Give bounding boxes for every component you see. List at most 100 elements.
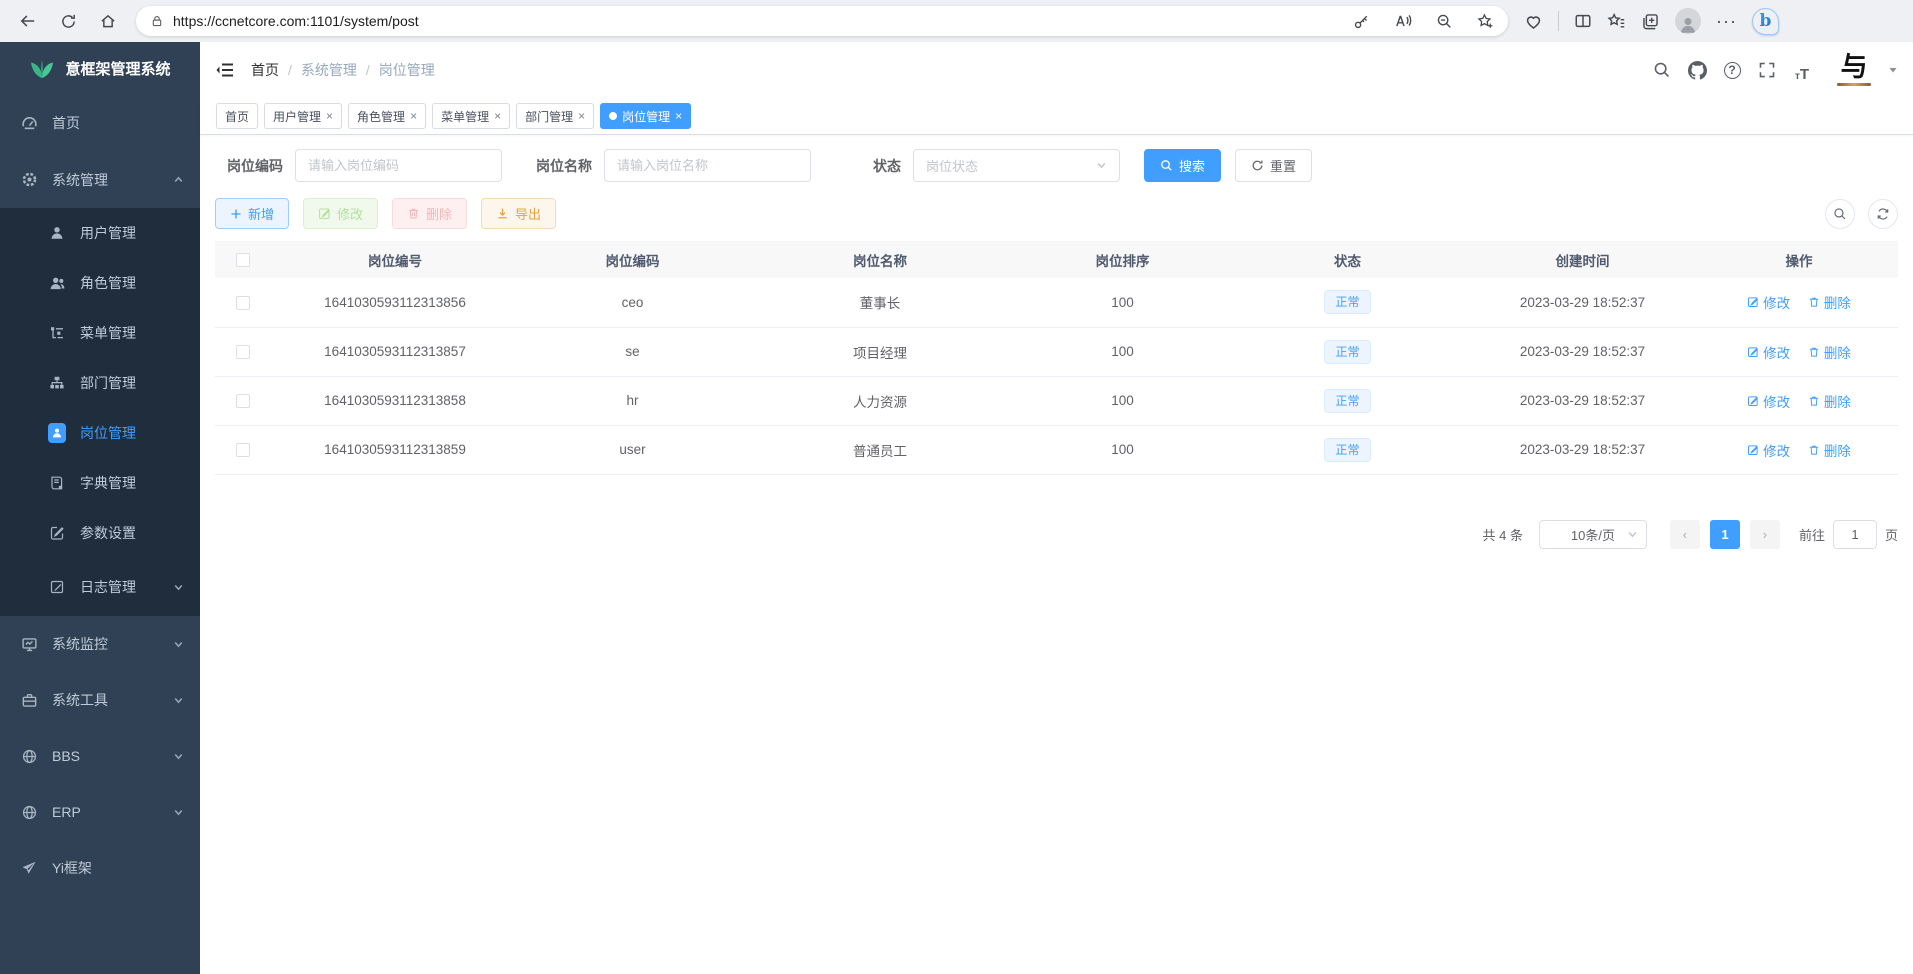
- sidebar-item-home[interactable]: 首页: [0, 94, 200, 151]
- sidebar-item-roles[interactable]: 角色管理: [0, 258, 200, 308]
- close-icon[interactable]: ×: [410, 109, 417, 123]
- cell-created: 2023-03-29 18:52:37: [1465, 425, 1700, 474]
- post-code-input[interactable]: [295, 149, 502, 182]
- toolbar-separator: [1558, 11, 1559, 31]
- show-search-toggle-button[interactable]: [1825, 199, 1855, 229]
- page-number-1[interactable]: 1: [1710, 520, 1740, 549]
- tab-user-management[interactable]: 用户管理×: [264, 103, 342, 129]
- row-edit-link[interactable]: 修改: [1747, 391, 1790, 411]
- close-icon[interactable]: ×: [494, 109, 501, 123]
- user-avatar[interactable]: 与: [1833, 50, 1875, 90]
- sidebar-item-monitor[interactable]: 系统监控: [0, 616, 200, 672]
- user-icon: [48, 224, 66, 242]
- sidebar-item-tools[interactable]: 系统工具: [0, 672, 200, 728]
- row-edit-link[interactable]: 修改: [1747, 440, 1790, 460]
- browser-home-button[interactable]: [92, 5, 124, 37]
- search-form: 岗位编码 岗位名称 状态 岗位状态 搜索: [215, 149, 1898, 182]
- sidebar-logo[interactable]: 意框架管理系统: [0, 42, 200, 94]
- row-delete-link[interactable]: 删除: [1808, 292, 1851, 312]
- cell-sort: 100: [1015, 327, 1230, 376]
- search-button[interactable]: 搜索: [1144, 149, 1221, 182]
- row-checkbox[interactable]: [236, 345, 250, 359]
- header-search-icon[interactable]: [1650, 58, 1674, 82]
- sidebar-item-yi-framework[interactable]: Yi框架: [0, 840, 200, 896]
- split-screen-icon[interactable]: [1574, 12, 1592, 30]
- users-group-icon: [48, 274, 66, 292]
- tab-role-management[interactable]: 角色管理×: [348, 103, 426, 129]
- sidebar-item-label: 部门管理: [80, 373, 136, 393]
- export-button[interactable]: 导出: [481, 198, 556, 229]
- tab-post-management[interactable]: 岗位管理×: [600, 103, 691, 129]
- page-size-select[interactable]: 10条/页: [1539, 520, 1647, 549]
- row-checkbox[interactable]: [236, 394, 250, 408]
- goto-page-input[interactable]: [1833, 520, 1877, 549]
- close-icon[interactable]: ×: [326, 109, 333, 123]
- close-icon[interactable]: ×: [578, 109, 585, 123]
- add-button[interactable]: 新增: [215, 198, 289, 229]
- avatar-dropdown-caret[interactable]: [1888, 65, 1898, 75]
- sidebar-item-label: BBS: [52, 748, 80, 764]
- chevron-down-icon: [1627, 529, 1638, 540]
- post-name-label: 岗位名称: [524, 156, 592, 176]
- prev-page-button[interactable]: ‹: [1670, 520, 1700, 549]
- sidebar-item-label: 用户管理: [80, 223, 136, 243]
- sidebar-item-system[interactable]: 系统管理: [0, 151, 200, 208]
- select-all-checkbox[interactable]: [236, 253, 250, 267]
- row-edit-link[interactable]: 修改: [1747, 292, 1790, 312]
- row-delete-link[interactable]: 删除: [1808, 440, 1851, 460]
- row-checkbox[interactable]: [236, 296, 250, 310]
- sidebar-item-label: 字典管理: [80, 473, 136, 493]
- tab-home[interactable]: 首页: [216, 103, 258, 129]
- edit-button[interactable]: 修改: [303, 198, 378, 229]
- delete-button[interactable]: 删除: [392, 198, 467, 229]
- collections-icon[interactable]: [1641, 12, 1660, 31]
- sidebar-toggle[interactable]: [215, 60, 235, 80]
- status-select[interactable]: 岗位状态: [913, 149, 1120, 182]
- text-size-icon[interactable]: тT: [1790, 58, 1814, 82]
- tab-dept-management[interactable]: 部门管理×: [516, 103, 594, 129]
- sidebar-item-bbs[interactable]: BBS: [0, 728, 200, 784]
- browser-essentials-icon[interactable]: [1524, 12, 1543, 31]
- browser-profile-avatar[interactable]: [1675, 8, 1701, 34]
- cell-post-id: 1641030593112313858: [270, 376, 520, 425]
- row-delete-link[interactable]: 删除: [1808, 342, 1851, 362]
- close-icon[interactable]: ×: [675, 109, 682, 123]
- next-page-button[interactable]: ›: [1750, 520, 1780, 549]
- status-badge: 正常: [1324, 389, 1370, 413]
- sidebar-item-posts[interactable]: 岗位管理: [0, 408, 200, 458]
- github-icon[interactable]: [1685, 58, 1709, 82]
- row-edit-link[interactable]: 修改: [1747, 342, 1790, 362]
- post-name-input[interactable]: [604, 149, 811, 182]
- breadcrumb-home[interactable]: 首页: [251, 60, 279, 80]
- reset-button[interactable]: 重置: [1235, 149, 1312, 182]
- sidebar-item-label: 岗位管理: [80, 423, 136, 443]
- sidebar-item-users[interactable]: 用户管理: [0, 208, 200, 258]
- favorites-hub-icon[interactable]: [1607, 12, 1626, 31]
- address-bar[interactable]: https://ccnetcore.com:1101/system/post: [136, 6, 1508, 36]
- sidebar-item-menus[interactable]: 菜单管理: [0, 308, 200, 358]
- fullscreen-icon[interactable]: [1755, 58, 1779, 82]
- password-key-icon[interactable]: [1353, 13, 1370, 30]
- browser-refresh-button[interactable]: [52, 5, 84, 37]
- search-icon: [1833, 207, 1847, 221]
- bing-chat-icon[interactable]: b: [1752, 8, 1779, 35]
- help-icon[interactable]: ?: [1720, 58, 1744, 82]
- sidebar-item-logs[interactable]: 日志管理: [0, 558, 200, 616]
- refresh-table-button[interactable]: [1868, 199, 1898, 229]
- sidebar-item-erp[interactable]: ERP: [0, 784, 200, 840]
- edit-square-icon: [48, 524, 66, 542]
- tab-menu-management[interactable]: 菜单管理×: [432, 103, 510, 129]
- sidebar-item-dictionary[interactable]: 字典管理: [0, 458, 200, 508]
- globe-icon: [20, 747, 38, 765]
- sidebar-item-label: 系统监控: [52, 634, 108, 654]
- sidebar-item-parameters[interactable]: 参数设置: [0, 508, 200, 558]
- browser-menu-icon[interactable]: ···: [1716, 11, 1737, 32]
- browser-back-button[interactable]: [12, 5, 44, 37]
- sidebar-item-label: 首页: [52, 113, 80, 133]
- read-aloud-icon[interactable]: [1394, 12, 1412, 30]
- row-checkbox[interactable]: [236, 443, 250, 457]
- zoom-out-icon[interactable]: [1436, 13, 1453, 30]
- row-delete-link[interactable]: 删除: [1808, 391, 1851, 411]
- add-favorite-star-icon[interactable]: [1477, 13, 1494, 30]
- sidebar-item-departments[interactable]: 部门管理: [0, 358, 200, 408]
